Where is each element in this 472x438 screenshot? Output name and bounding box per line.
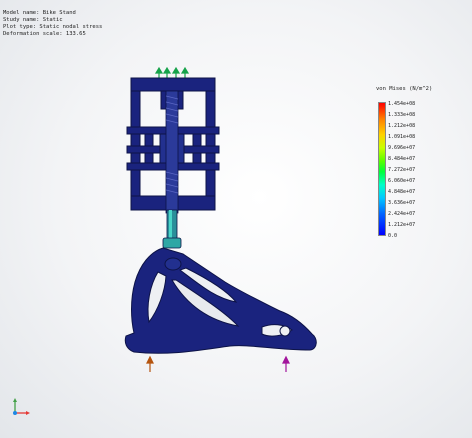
legend-tick-label: 1.212e+08 [388,123,416,129]
support-column[interactable] [162,209,182,249]
model-viewport[interactable] [0,0,472,438]
fixture-right [282,355,290,372]
legend-color-bar [378,102,386,236]
legend-tick-label: 1.091e+08 [388,134,416,140]
lead-screw [165,90,179,214]
axis-triad[interactable] [10,396,34,420]
legend-tick-label: 3.636e+07 [388,200,416,206]
legend-tick-label: 8.484e+07 [388,156,416,162]
base-frame[interactable] [124,247,317,354]
legend-tick-label: 1.454e+08 [388,101,416,107]
legend-tick-label: 0.0 [388,233,398,239]
legend-tick-label: 1.333e+08 [388,112,416,118]
legend-tick-label: 6.060e+07 [388,178,416,184]
legend-tick-label: 1.212e+07 [388,222,416,228]
fixture-left [146,355,154,372]
legend-tick-label: 4.848e+07 [388,189,416,195]
legend-tick-label: 2.424e+07 [388,211,416,217]
z-axis-icon [13,411,17,415]
legend-title: von Mises (N/m^2) [376,86,433,92]
legend-tick-label: 9.696e+07 [388,145,416,151]
legend-tick-label: 7.272e+07 [388,167,416,173]
